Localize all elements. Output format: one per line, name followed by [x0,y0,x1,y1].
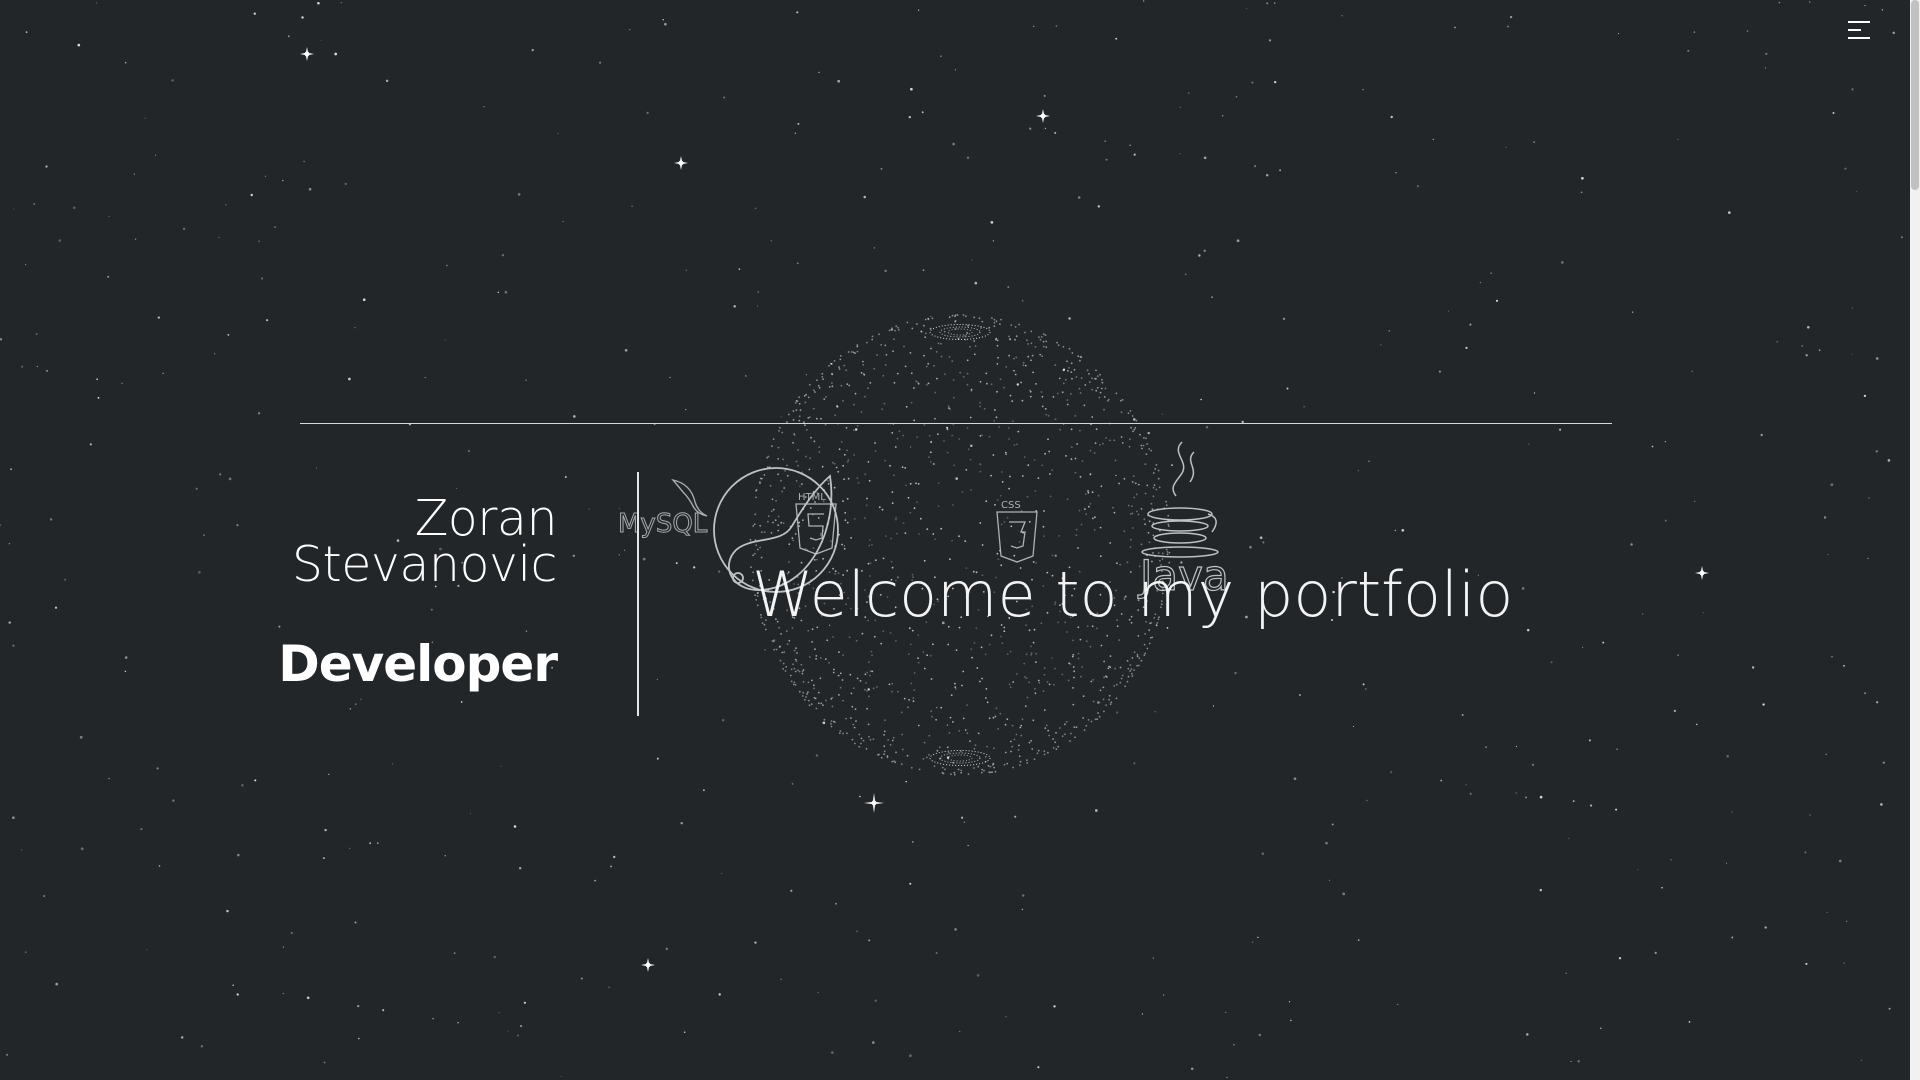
mysql-logo-label: MySQL [618,509,708,539]
svg-text:MySQL: MySQL [618,509,708,539]
welcome-heading: Welcome to my portfolio [752,558,1514,631]
portfolio-page: MySQL HTML CSS Java Zoran Stevanovic Dev… [0,0,1920,1080]
tech-globe: MySQL HTML CSS Java [618,314,1229,776]
hamburger-menu-icon[interactable] [1848,20,1874,42]
hero-name: Zoran Stevanovic [260,494,558,593]
last-name: Stevanovic [291,536,558,593]
svg-text:CSS: CSS [1001,500,1021,511]
css3-logo: CSS [996,500,1038,563]
vertical-divider [637,472,639,716]
scrollbar-thumb[interactable] [1911,0,1919,190]
top-divider [300,423,1612,424]
hero-role: Developer [278,635,558,693]
svg-text:HTML: HTML [798,492,826,503]
mysql-logo: MySQL [618,478,708,540]
